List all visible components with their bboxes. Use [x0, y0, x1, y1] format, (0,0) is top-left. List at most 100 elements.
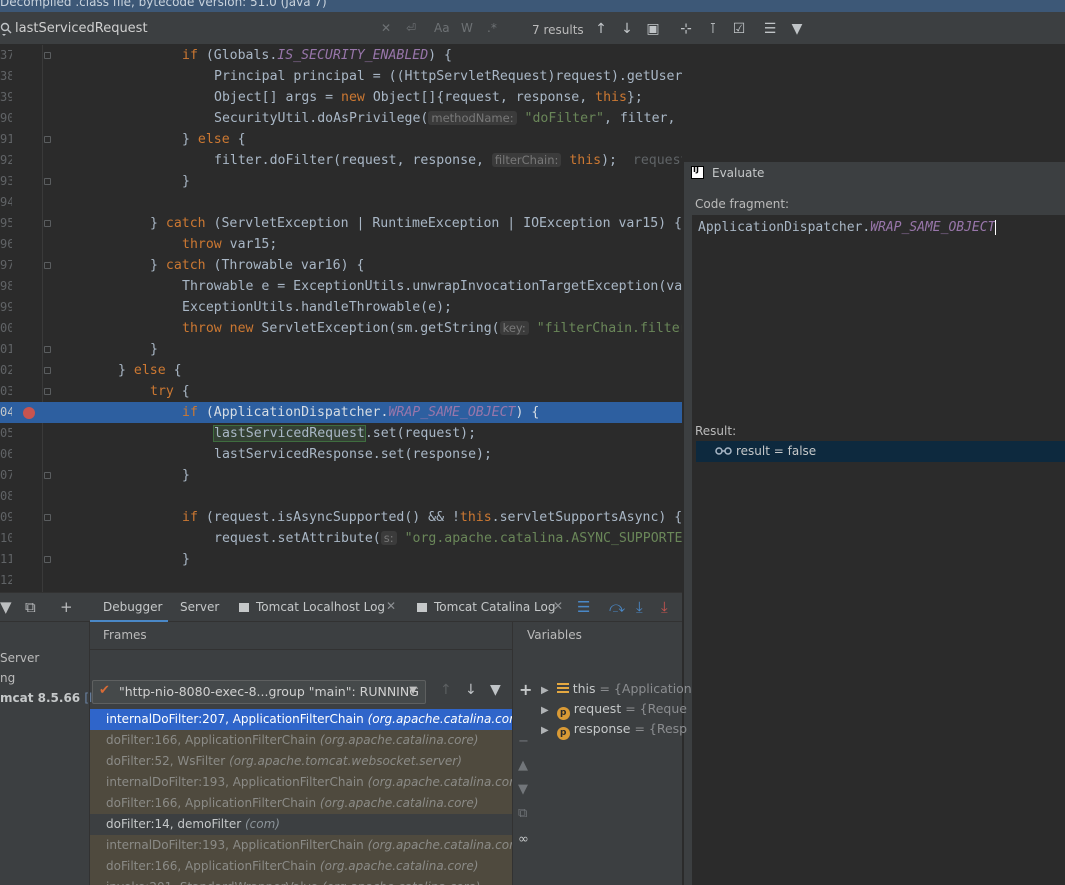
settings-icon[interactable]: ☰ — [762, 21, 778, 37]
fold-marker-icon[interactable] — [44, 262, 51, 269]
code-line[interactable]: 09 if (request.isAsyncSupported() && !th… — [0, 507, 682, 528]
fold-marker-icon[interactable] — [44, 178, 51, 185]
filter-icon[interactable]: ▼ — [0, 598, 12, 616]
tree-item-server[interactable]: Server — [0, 651, 39, 665]
select-all-occurrences-icon[interactable]: ▣ — [645, 21, 661, 37]
tree-item-running[interactable]: ng — [0, 671, 15, 685]
chevron-down-icon[interactable]: ▼ — [409, 685, 417, 696]
tab-server[interactable]: Server — [180, 600, 219, 614]
code-line[interactable]: 06 lastServicedResponse.set(response); — [0, 444, 682, 465]
frame-row[interactable]: doFilter:166, ApplicationFilterChain (or… — [90, 793, 512, 814]
code-line[interactable]: 93 } — [0, 171, 682, 192]
code-line[interactable]: 00 throw new ServletException(sm.getStri… — [0, 318, 682, 339]
add-watch-icon[interactable]: + — [519, 680, 532, 699]
fold-marker-icon[interactable] — [44, 136, 51, 143]
fold-marker-icon[interactable] — [44, 388, 51, 395]
expand-arrow-icon[interactable]: ▶ — [541, 685, 549, 696]
code-line[interactable]: 97 } catch (Throwable var16) { — [0, 255, 682, 276]
new-line-icon[interactable]: ⏎ — [406, 21, 416, 35]
result-row[interactable]: result = false — [696, 441, 1065, 462]
code-line[interactable]: 91 } else { — [0, 129, 682, 150]
search-input[interactable]: lastServicedRequest — [15, 21, 148, 36]
watch-glasses-icon[interactable]: ∞ — [518, 832, 529, 847]
fold-marker-icon[interactable] — [44, 346, 51, 353]
code-line[interactable]: 01 } — [0, 339, 682, 360]
words-toggle[interactable]: W — [461, 21, 473, 35]
current-execution-line[interactable]: 04 if (ApplicationDispatcher.WRAP_SAME_O… — [0, 402, 682, 423]
filter-icon[interactable]: ▼ — [490, 682, 501, 698]
search-field[interactable]: lastServicedRequest ✕ ⏎ Aa W .* — [0, 16, 502, 42]
expand-arrow-icon[interactable]: ▶ — [541, 725, 549, 736]
close-icon[interactable]: ✕ — [553, 599, 563, 613]
code-line[interactable]: 12 — [0, 570, 682, 591]
code-fragment-editor[interactable]: ApplicationDispatcher.WRAP_SAME_OBJECT — [692, 215, 1065, 445]
code-line[interactable]: 03 try { — [0, 381, 682, 402]
next-occurrence-icon[interactable]: ↓ — [619, 21, 635, 37]
code-line[interactable]: 99 ExceptionUtils.handleThrowable(e); — [0, 297, 682, 318]
frame-row[interactable]: internalDoFilter:193, ApplicationFilterC… — [90, 835, 512, 856]
add-configuration-icon[interactable]: ⧉ — [25, 598, 36, 616]
code-line[interactable]: 10 request.setAttribute(s: "org.apache.c… — [0, 528, 682, 549]
expand-arrow-icon[interactable]: ▶ — [541, 705, 549, 716]
code-line[interactable]: 08 — [0, 486, 682, 507]
filter-icon[interactable]: ▼ — [789, 21, 805, 37]
code-line[interactable]: 02 } else { — [0, 360, 682, 381]
add-occurrence-icon[interactable]: ⊹ — [678, 21, 694, 37]
variable-request[interactable]: ▶ p request = {Reque — [541, 701, 687, 721]
code-line[interactable]: 92 filter.doFilter(request, response, fi… — [0, 150, 682, 171]
expression-input[interactable]: ApplicationDispatcher.WRAP_SAME_OBJECT — [698, 220, 997, 235]
code-line[interactable]: 90 SecurityUtil.doAsPrivilege(methodName… — [0, 108, 682, 129]
code-line[interactable]: 95 } catch (ServletException | RuntimeEx… — [0, 213, 682, 234]
menu-icon[interactable]: ☰ — [577, 598, 590, 616]
tab-tomcat-catalina-log[interactable]: Tomcat Catalina Log — [434, 600, 555, 614]
regex-toggle[interactable]: .* — [487, 21, 497, 35]
tab-tomcat-localhost-log[interactable]: Tomcat Localhost Log — [256, 600, 385, 614]
result-tree[interactable]: result = false — [692, 441, 1065, 885]
up-arrow-icon[interactable]: ↑ — [440, 682, 452, 698]
move-down-icon[interactable]: ▼ — [518, 782, 528, 797]
copy-icon[interactable]: ⧉ — [518, 806, 527, 821]
services-tree[interactable]: Server ng mcat 8.5.66 [lo — [0, 622, 100, 885]
remove-occurrence-icon[interactable]: ⊺ — [705, 21, 721, 37]
force-step-into-icon[interactable]: ⤓ — [661, 598, 668, 616]
thread-selector[interactable]: ✔ "http-nio-8080-exec-8...group "main": … — [92, 680, 426, 704]
code-line[interactable]: 98 Throwable e = ExceptionUtils.unwrapIn… — [0, 276, 682, 297]
variable-response[interactable]: ▶ p response = {Resp — [541, 721, 687, 741]
code-line[interactable]: 05 lastServicedRequest.set(request); — [0, 423, 682, 444]
evaluate-title-bar[interactable]: Evaluate — [684, 162, 1065, 184]
code-editor[interactable]: 37 if (Globals.IS_SECURITY_ENABLED) { 38… — [0, 45, 682, 592]
code-line[interactable]: 07 } — [0, 465, 682, 486]
step-into-icon[interactable]: ⤓ — [636, 598, 643, 616]
move-up-icon[interactable]: ▲ — [518, 758, 528, 773]
frame-row[interactable]: doFilter:166, ApplicationFilterChain (or… — [90, 730, 512, 751]
fold-marker-icon[interactable] — [44, 556, 51, 563]
frame-row[interactable]: internalDoFilter:193, ApplicationFilterC… — [90, 772, 512, 793]
code-line[interactable]: 37 if (Globals.IS_SECURITY_ENABLED) { — [0, 45, 682, 66]
add-icon[interactable]: + — [60, 598, 73, 616]
frame-row[interactable]: internalDoFilter:207, ApplicationFilterC… — [90, 709, 512, 730]
close-icon[interactable]: ✕ — [386, 599, 396, 613]
frame-row[interactable]: doFilter:14, demoFilter (com) — [90, 814, 512, 835]
clear-search-icon[interactable]: ✕ — [381, 21, 391, 35]
fold-marker-icon[interactable] — [44, 514, 51, 521]
tab-debugger[interactable]: Debugger — [103, 600, 162, 614]
search-icon[interactable] — [0, 22, 12, 36]
code-line[interactable]: 38 Principal principal = ((HttpServletRe… — [0, 66, 682, 87]
down-arrow-icon[interactable]: ↓ — [465, 682, 477, 698]
fold-marker-icon[interactable] — [44, 52, 51, 59]
breakpoint-icon[interactable] — [23, 407, 35, 419]
fold-marker-icon[interactable] — [44, 472, 51, 479]
code-line[interactable]: 39 Object[] args = new Object[]{request,… — [0, 87, 682, 108]
previous-occurrence-icon[interactable]: ↑ — [593, 21, 609, 37]
frame-row[interactable]: doFilter:52, WsFilter (org.apache.tomcat… — [90, 751, 512, 772]
code-line[interactable]: 11 } — [0, 549, 682, 570]
frame-row[interactable]: doFilter:166, ApplicationFilterChain (or… — [90, 856, 512, 877]
code-line[interactable]: 94 — [0, 192, 682, 213]
fold-marker-icon[interactable] — [44, 367, 51, 374]
match-case-toggle[interactable]: Aa — [434, 21, 450, 35]
frame-row[interactable]: invoke:201, StandardWrapperValve (org.ap… — [90, 877, 512, 885]
fold-marker-icon[interactable] — [44, 220, 51, 227]
step-over-icon[interactable]: ⤼ — [609, 598, 625, 616]
variable-this[interactable]: ▶ this = {Application — [541, 681, 692, 701]
code-line[interactable]: 96 throw var15; — [0, 234, 682, 255]
